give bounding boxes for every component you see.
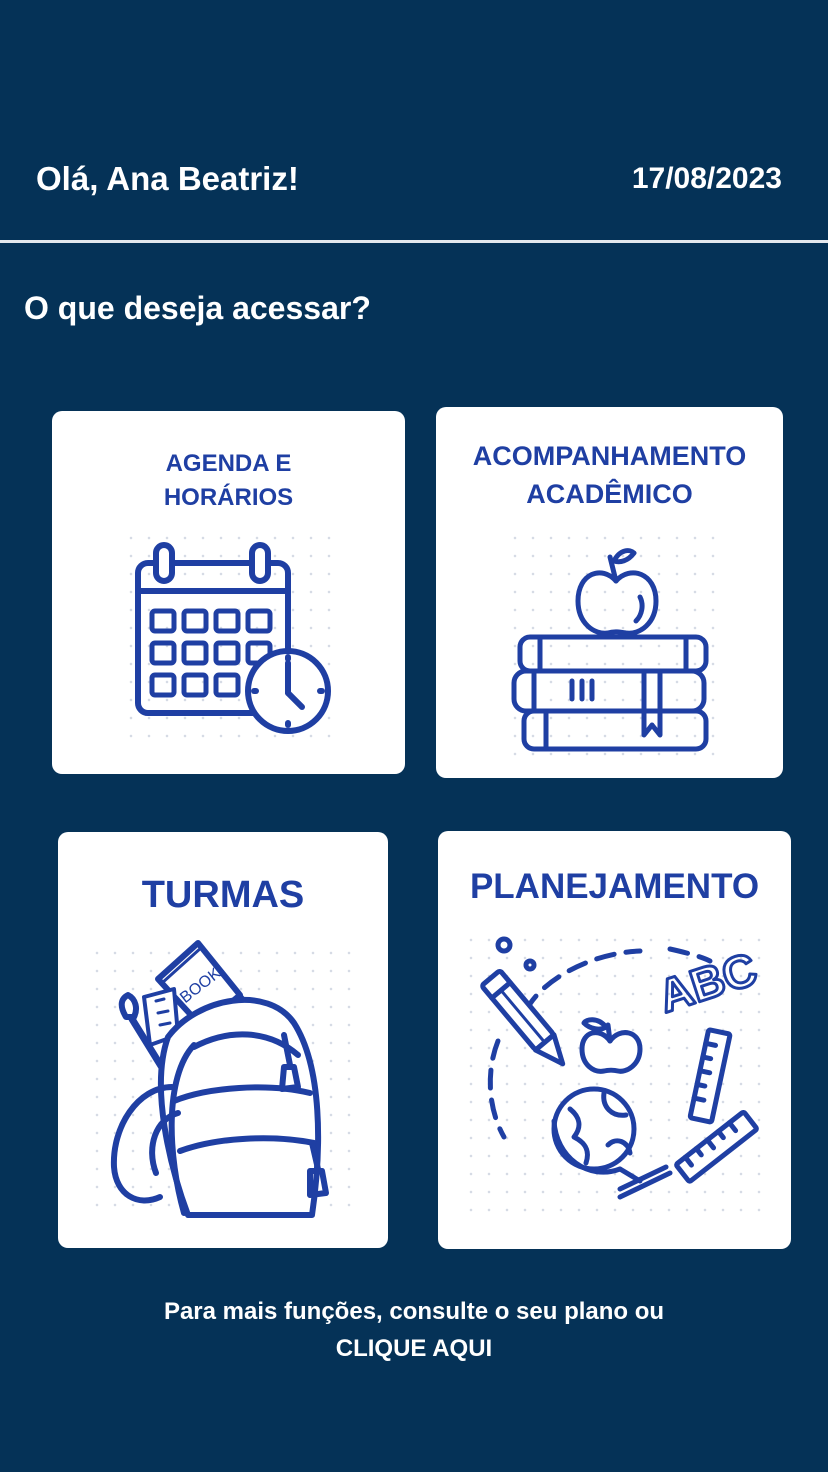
card-planejamento[interactable]: PLANEJAMENTO ABC bbox=[438, 831, 791, 1249]
card-title-line: ACOMPANHAMENTO bbox=[472, 441, 747, 471]
card-title-line: TURMAS bbox=[141, 874, 305, 916]
card-title-line: ACADÊMICO bbox=[526, 479, 693, 509]
apple-books-icon bbox=[511, 548, 709, 752]
backpack-icon: BOOK bbox=[110, 940, 329, 1218]
card-title-line: AGENDA E bbox=[165, 450, 292, 477]
card-title-line: PLANEJAMENTO bbox=[469, 867, 760, 906]
card-title: AGENDA E HORÁRIOS bbox=[52, 447, 405, 515]
greeting: Olá, Ana Beatriz! bbox=[36, 160, 299, 197]
calendar-clock-icon bbox=[135, 542, 331, 734]
date-display: 17/08/2023 bbox=[631, 162, 782, 195]
card-acompanhamento-academico[interactable]: ACOMPANHAMENTO ACADÊMICO bbox=[436, 407, 783, 778]
card-title: TURMAS bbox=[58, 872, 388, 918]
page-question: O que deseja acessar? bbox=[24, 290, 371, 326]
card-agenda-horarios[interactable]: AGENDA E HORÁRIOS bbox=[52, 411, 405, 774]
header-divider bbox=[0, 240, 828, 243]
card-turmas[interactable]: TURMAS BOOK bbox=[58, 832, 388, 1248]
card-title-line: HORÁRIOS bbox=[163, 484, 294, 511]
card-title: PLANEJAMENTO bbox=[438, 865, 791, 909]
click-here-link[interactable]: CLIQUE AQUI bbox=[0, 1335, 828, 1363]
svg-text:ABC: ABC bbox=[652, 942, 763, 1022]
footer-text: Para mais funções, consulte o seu plano … bbox=[163, 1298, 665, 1325]
card-title: ACOMPANHAMENTO ACADÊMICO bbox=[436, 437, 783, 513]
school-supplies-icon: ABC bbox=[480, 936, 764, 1200]
